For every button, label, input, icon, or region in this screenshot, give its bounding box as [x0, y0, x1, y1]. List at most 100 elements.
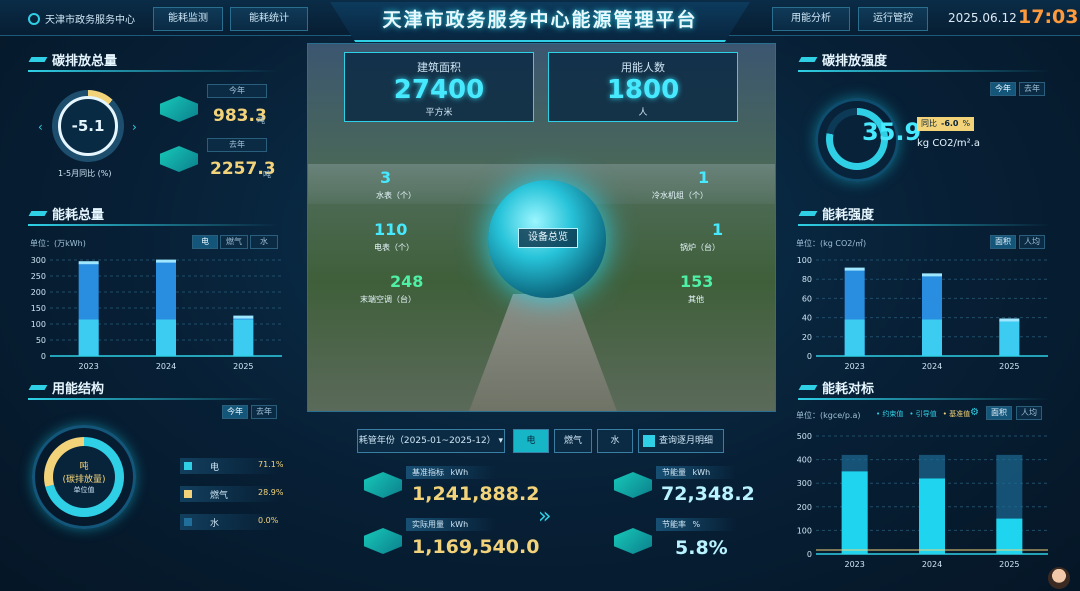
x-tick-label: 2024: [922, 362, 942, 371]
tab-this-year[interactable]: 今年: [222, 405, 248, 419]
nav-energy-stats[interactable]: 能耗统计: [230, 7, 308, 31]
x-tick-label: 2024: [156, 362, 176, 371]
tab-elec[interactable]: 电: [192, 235, 218, 249]
y-tick-label: 300: [31, 256, 46, 265]
ratio-label: 1-5月同比: [58, 169, 96, 178]
bar-lower: [233, 319, 254, 356]
rate-label-text: 节能率: [662, 520, 686, 529]
table-icon: [643, 435, 655, 447]
tab-last-year[interactable]: 去年: [251, 405, 277, 419]
x-tick-label: 2025: [999, 362, 1019, 371]
elec-meter-label: 电表（个）: [374, 243, 414, 252]
query-tab-gas[interactable]: 燃气: [554, 429, 592, 453]
donut-unit: 吨: [79, 462, 89, 472]
tab-ei-per-capita[interactable]: 人均: [1019, 235, 1045, 249]
y-tick-label: 300: [797, 479, 812, 488]
people-stat: 用能人数 1800 人: [548, 52, 738, 122]
x-tick-label: 2023: [78, 362, 98, 371]
save-kpi-icon: [614, 472, 652, 498]
donut-sub: 单位值: [73, 486, 95, 494]
legend-elec-pct: 71.1%: [258, 460, 284, 469]
nav-energy-analysis[interactable]: 用能分析: [772, 7, 850, 31]
logo: 天津市政务服务中心: [28, 11, 135, 26]
actual-kpi-icon: [364, 528, 402, 554]
energy-structure-title-text: 用能结构: [52, 381, 105, 397]
time-display: 17:03: [1018, 6, 1079, 28]
base-label-text: 基准指标: [412, 468, 444, 477]
carbon-intensity-title-text: 碳排放强度: [822, 53, 888, 69]
other-label: 其他: [688, 295, 704, 304]
bar-guide: [996, 518, 1023, 554]
energy-benchmark-title-text: 能耗对标: [822, 381, 875, 397]
title-marker: [798, 384, 818, 390]
benchmark-legend: • 约束值 • 引导值 • 基准值: [876, 409, 970, 419]
legend-swatch-water: [184, 518, 192, 526]
bar-cap: [922, 273, 942, 277]
legend-baseline: • 基准值: [942, 410, 971, 418]
title-marker: [798, 210, 818, 216]
tab-bm-per-capita[interactable]: 人均: [1016, 406, 1042, 420]
title-underline: [28, 398, 278, 400]
tab-ei-area[interactable]: 面积: [990, 235, 1016, 249]
nav-energy-monitor[interactable]: 能耗监测: [153, 7, 223, 31]
dashboard: 天津市政务服务中心 能耗监测 能耗统计 天津市政务服务中心能源管理平台 用能分析…: [0, 0, 1080, 591]
legend-guide: • 引导值: [909, 410, 937, 418]
area-unit: 平方米: [425, 108, 453, 118]
year-select[interactable]: 耗管年份（2025-01~2025-12） ▾: [357, 429, 505, 453]
bar-lower: [999, 320, 1020, 356]
monthly-detail-label: 查询逐月明细: [659, 436, 714, 446]
other-count: 153: [680, 272, 714, 291]
logo-text: 天津市政务服务中心: [45, 15, 135, 26]
title-underline: [798, 70, 1050, 72]
y-tick-label: 60: [802, 294, 812, 303]
donut-label: (碳排放量): [62, 475, 106, 485]
monthly-detail-button[interactable]: 查询逐月明细: [638, 429, 724, 453]
equipment-overview-button[interactable]: 设备总览: [518, 228, 578, 248]
legend-swatch-gas: [184, 490, 192, 498]
chiller-count: 1: [698, 168, 710, 187]
bar-cap: [999, 318, 1020, 322]
y-tick-label: 150: [31, 304, 46, 313]
y-tick-label: 200: [31, 288, 46, 297]
bar-lower: [844, 319, 865, 356]
tab-ci-last-year[interactable]: 去年: [1019, 82, 1045, 96]
chevron-right-icon: ›: [132, 120, 137, 134]
tab-gas[interactable]: 燃气: [220, 235, 248, 249]
people-value: 1800: [606, 75, 680, 105]
nav-operation-control[interactable]: 运行管控: [858, 7, 928, 31]
legend-constraint: • 约束值: [876, 410, 904, 418]
y-tick-label: 20: [802, 333, 812, 342]
save-unit-text: kWh: [692, 468, 711, 477]
rate-kpi-label: 节能率 %: [656, 518, 736, 531]
carbon-total-title-text: 碳排放总量: [52, 53, 118, 69]
actual-label-text: 实际用量: [412, 520, 444, 529]
title-underline: [798, 224, 1050, 226]
settings-gear-icon[interactable]: ⚙: [970, 407, 979, 418]
bar-guide: [919, 478, 945, 554]
carbon-ratio-value: -5.1: [71, 117, 105, 135]
tab-water[interactable]: 水: [250, 235, 278, 249]
chevron-down-icon: ▾: [498, 436, 504, 446]
query-tab-elec[interactable]: 电: [513, 429, 549, 453]
tab-bm-area[interactable]: 面积: [986, 406, 1012, 420]
y-tick-label: 0: [807, 550, 812, 559]
y-tick-label: 0: [807, 352, 812, 361]
y-tick-label: 0: [41, 352, 46, 361]
elec-meter-count: 110: [374, 220, 408, 239]
energy-structure-title: 用能结构: [28, 378, 105, 397]
avatar[interactable]: [1048, 567, 1070, 589]
plaza-path: [468, 294, 618, 411]
this-year-tag: 今年: [207, 84, 267, 98]
title-marker: [28, 56, 48, 62]
legend-elec: 电 71.1%: [180, 458, 284, 474]
structure-donut: 吨 (碳排放量) 单位值: [44, 437, 124, 517]
carbon-intensity-title: 碳排放强度: [798, 50, 888, 69]
bar-cap: [233, 315, 254, 319]
title-marker: [798, 56, 818, 62]
year-select-value: 耗管年份（2025-01~2025-12）: [358, 436, 496, 446]
query-tab-water[interactable]: 水: [597, 429, 633, 453]
last-year-tag: 去年: [207, 138, 267, 152]
tab-ci-this-year[interactable]: 今年: [990, 82, 1016, 96]
energy-total-chart: 300 250 200 150 100 50 0 2023 2024 2025: [31, 256, 282, 371]
energy-intensity-title: 能耗强度: [798, 204, 874, 223]
